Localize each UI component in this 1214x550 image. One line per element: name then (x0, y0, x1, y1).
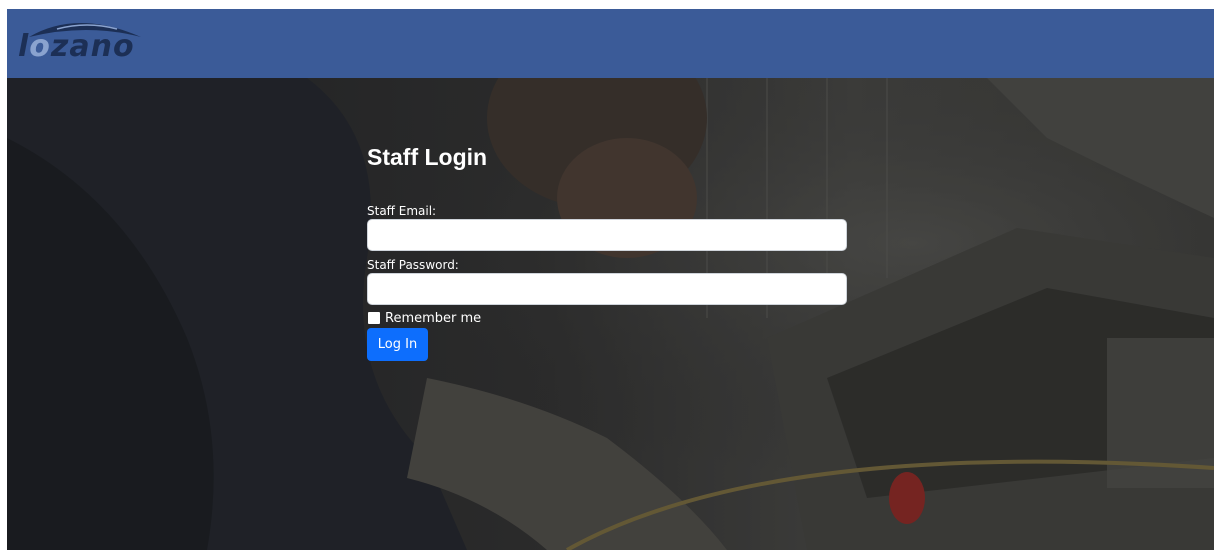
login-button[interactable]: Log In (367, 328, 428, 361)
brand-logo[interactable]: lozano (17, 15, 147, 73)
email-label: Staff Email: (367, 204, 437, 218)
remember-checkbox[interactable] (368, 312, 380, 324)
password-field[interactable] (367, 273, 847, 305)
password-label: Staff Password: (367, 258, 459, 272)
logo-wordmark: lozano (18, 29, 135, 64)
mechanic-engine-photo (7, 78, 1214, 550)
page: lozano Staff Login Staff Email: Staff Pa… (0, 0, 1214, 550)
hero-background: Staff Login Staff Email: Staff Password:… (7, 78, 1214, 550)
top-strip (0, 0, 1214, 9)
login-title: Staff Login (367, 144, 488, 170)
remember-label: Remember me (385, 310, 482, 326)
header-bar: lozano (7, 9, 1214, 78)
remember-row: Remember me (367, 310, 481, 326)
email-field[interactable] (367, 219, 847, 251)
